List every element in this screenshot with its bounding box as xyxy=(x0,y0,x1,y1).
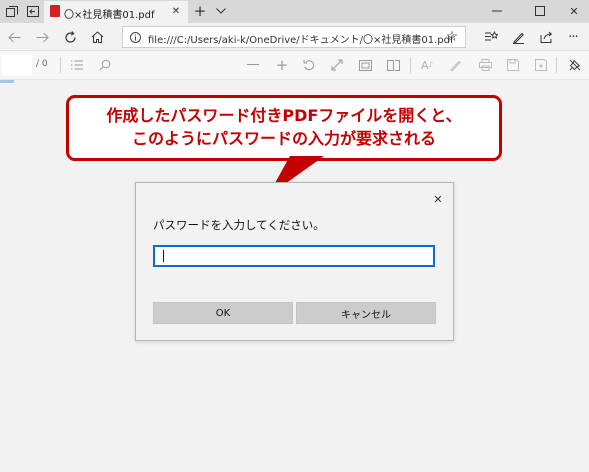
tab-pdf[interactable]: 〇×社見積書01.pdf ✕ xyxy=(44,1,188,23)
tab-manager-icon[interactable] xyxy=(5,5,19,18)
window-close-icon[interactable]: ✕ xyxy=(567,4,581,18)
text-cursor xyxy=(163,250,164,262)
more-menu-icon[interactable]: ··· xyxy=(565,29,581,45)
back-icon[interactable] xyxy=(6,30,22,44)
cancel-button[interactable]: キャンセル xyxy=(296,302,436,324)
forward-icon[interactable] xyxy=(34,30,50,44)
page-count: / 0 xyxy=(36,59,48,69)
ok-button[interactable]: OK xyxy=(153,302,293,324)
navigation-bar: file:///C:/Users/aki-k/OneDrive/ドキュメント/〇… xyxy=(0,23,589,51)
tab-title: 〇×社見積書01.pdf xyxy=(64,10,155,21)
zoom-out-icon[interactable] xyxy=(246,58,260,72)
full-screen-icon[interactable] xyxy=(358,58,372,72)
maximize-icon[interactable] xyxy=(533,4,547,18)
tab-strip: 〇×社見積書01.pdf ✕ + ✕ xyxy=(0,0,589,23)
info-icon[interactable] xyxy=(129,31,141,43)
share-icon[interactable] xyxy=(538,29,554,45)
toolbar-divider xyxy=(60,57,61,73)
annotation-callout: 作成したパスワード付きPDFファイルを開くと、 このようにパスワードの入力が要求… xyxy=(66,95,502,161)
callout-line-1: 作成したパスワード付きPDFファイルを開くと、 xyxy=(106,106,462,125)
page-number-input[interactable] xyxy=(2,55,32,75)
save-as-icon[interactable] xyxy=(534,58,548,72)
rotate-icon[interactable] xyxy=(302,58,316,72)
new-tab-icon[interactable]: + xyxy=(192,2,208,20)
loading-indicator xyxy=(0,80,14,83)
ink-pen-icon[interactable] xyxy=(448,58,462,72)
unpin-toolbar-icon[interactable] xyxy=(568,58,582,72)
read-aloud-icon[interactable]: A ♪ xyxy=(420,58,434,72)
password-input[interactable] xyxy=(153,245,435,267)
home-icon[interactable] xyxy=(89,29,105,45)
page-view-icon[interactable] xyxy=(386,58,400,72)
set-aside-tabs-icon[interactable] xyxy=(26,5,40,18)
favorite-star-icon[interactable]: ☆ xyxy=(444,29,460,45)
callout-line-2: このようにパスワードの入力が要求される xyxy=(131,129,436,148)
tab-preview-chevron-icon[interactable] xyxy=(214,4,228,18)
fit-page-icon[interactable] xyxy=(330,58,344,72)
toolbar-divider xyxy=(410,57,411,73)
dialog-close-icon[interactable]: ✕ xyxy=(430,191,446,207)
url-text: file:///C:/Users/aki-k/OneDrive/ドキュメント/〇… xyxy=(148,35,454,46)
toolbar-divider xyxy=(556,57,557,73)
password-dialog: ✕ パスワードを入力してください。 OK キャンセル xyxy=(135,182,454,341)
zoom-in-icon[interactable]: + xyxy=(275,56,289,74)
notes-pen-icon[interactable] xyxy=(510,29,526,45)
tab-close-icon[interactable]: ✕ xyxy=(170,5,182,17)
password-prompt: パスワードを入力してください。 xyxy=(153,218,325,232)
refresh-icon[interactable] xyxy=(62,29,78,45)
minimize-icon[interactable] xyxy=(490,4,504,18)
print-icon[interactable] xyxy=(478,58,492,72)
table-of-contents-icon[interactable] xyxy=(70,58,84,72)
pdf-file-icon xyxy=(50,5,60,17)
address-bar[interactable]: file:///C:/Users/aki-k/OneDrive/ドキュメント/〇… xyxy=(122,26,466,48)
search-icon[interactable] xyxy=(98,58,112,72)
favorites-hub-icon[interactable] xyxy=(483,29,499,45)
save-icon[interactable] xyxy=(506,58,520,72)
pdf-toolbar: / 0 + A ♪ xyxy=(0,51,589,80)
